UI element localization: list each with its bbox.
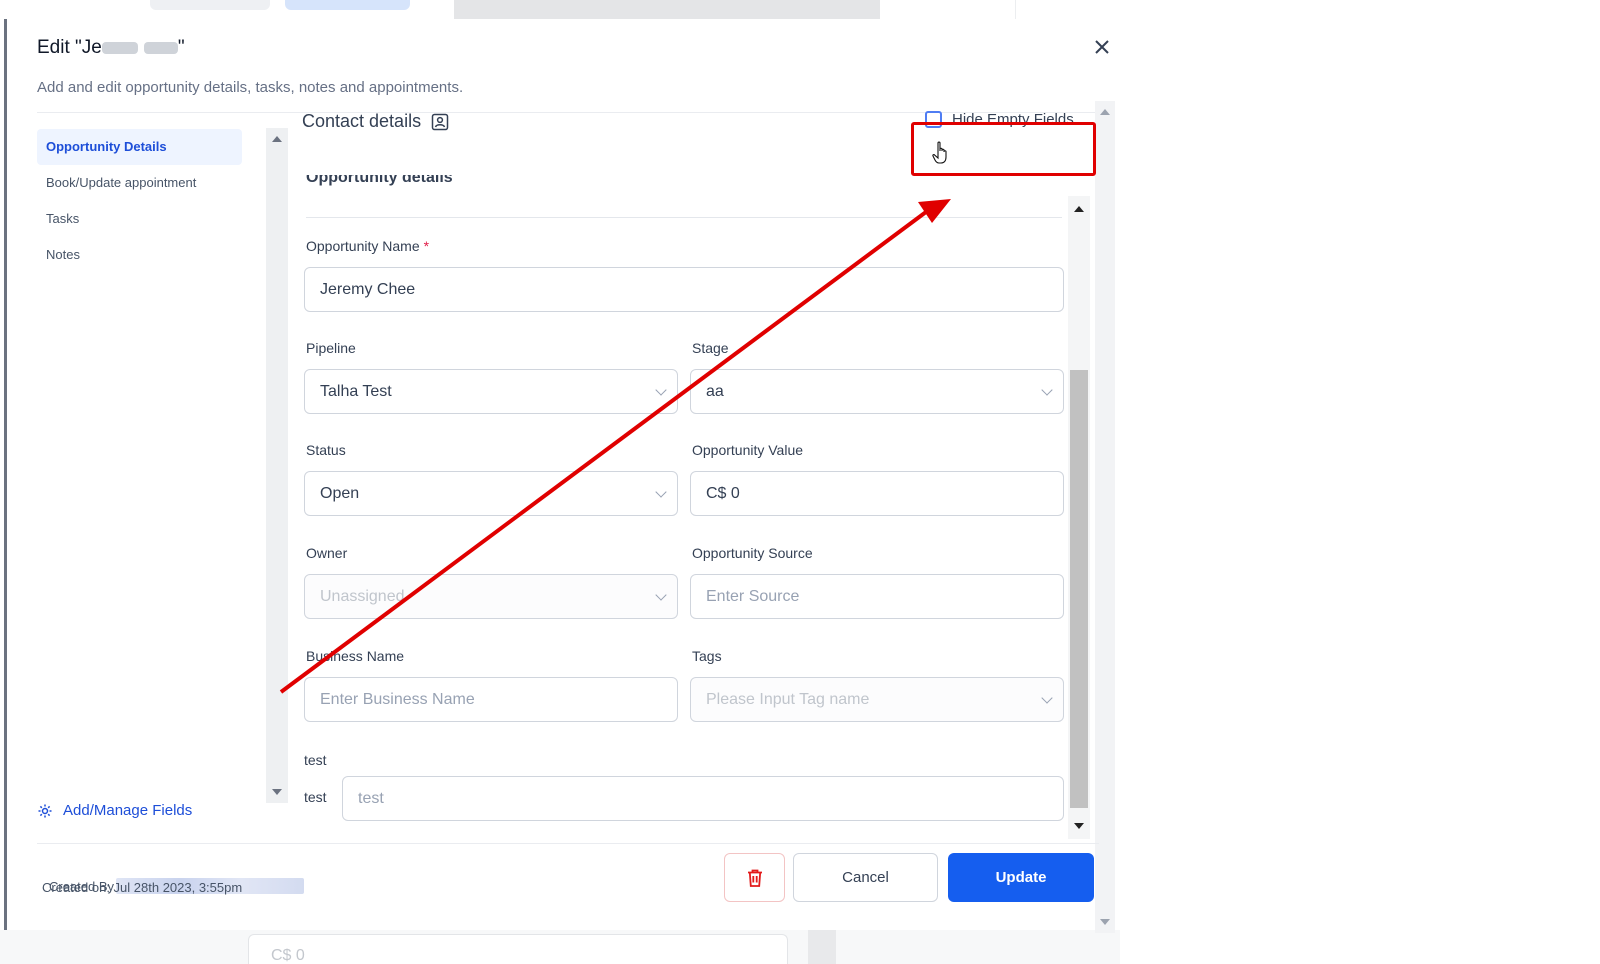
stage-label: Stage bbox=[692, 340, 729, 356]
modal-subtitle: Add and edit opportunity details, tasks,… bbox=[37, 79, 464, 96]
close-icon[interactable] bbox=[1092, 37, 1112, 57]
sidebar-item-tasks[interactable]: Tasks bbox=[37, 201, 242, 237]
hand-cursor-icon bbox=[932, 141, 950, 170]
status-value: Open bbox=[320, 484, 360, 502]
add-manage-fields-button[interactable]: Add/Manage Fields bbox=[37, 802, 192, 819]
custom-group-label: test bbox=[304, 752, 327, 768]
sidebar-item-opportunity-details[interactable]: Opportunity Details bbox=[37, 129, 242, 165]
trash-icon bbox=[747, 869, 762, 887]
add-manage-fields-label: Add/Manage Fields bbox=[63, 802, 193, 819]
sidebar-scrollbar[interactable] bbox=[266, 128, 288, 803]
stage-value: aa bbox=[706, 382, 724, 400]
pipeline-label: Pipeline bbox=[306, 340, 356, 356]
chevron-down-icon bbox=[655, 384, 667, 396]
chevron-down-icon bbox=[1041, 384, 1053, 396]
background-scrollbar bbox=[808, 930, 836, 964]
gear-icon bbox=[38, 804, 52, 817]
contact-card-icon[interactable] bbox=[431, 113, 449, 131]
background-tab-active bbox=[285, 0, 410, 10]
opportunity-name-input[interactable]: Jeremy Chee bbox=[304, 267, 1064, 312]
delete-button[interactable] bbox=[724, 853, 785, 902]
required-mark: * bbox=[423, 238, 430, 254]
background-card: C$ 0 bbox=[248, 934, 788, 964]
opportunity-details-heading: Opportunity details bbox=[306, 175, 453, 186]
scrollbar-thumb[interactable] bbox=[1070, 370, 1088, 808]
section-title: Contact details bbox=[302, 111, 449, 132]
background-panel bbox=[454, 0, 880, 19]
section-title-label: Contact details bbox=[302, 111, 422, 131]
tags-select[interactable]: Please Input Tag name bbox=[690, 677, 1064, 722]
form-scrollbar[interactable] bbox=[1068, 196, 1090, 839]
opportunity-value-input[interactable]: C$ 0 bbox=[690, 471, 1064, 516]
owner-label: Owner bbox=[306, 545, 348, 561]
scroll-down-arrow-icon[interactable] bbox=[1100, 919, 1110, 925]
opportunity-source-input[interactable]: Enter Source bbox=[690, 574, 1064, 619]
opportunity-name-label-text: Opportunity Name bbox=[306, 238, 420, 254]
sidebar-item-book-appointment[interactable]: Book/Update appointment bbox=[37, 165, 242, 201]
background-card-value: C$ 0 bbox=[271, 947, 305, 964]
custom-field-input[interactable]: test bbox=[342, 776, 1064, 821]
owner-select[interactable]: Unassigned bbox=[304, 574, 678, 619]
business-name-input[interactable]: Enter Business Name bbox=[304, 677, 678, 722]
redacted-name bbox=[143, 41, 178, 54]
scroll-up-arrow-icon[interactable] bbox=[1074, 206, 1084, 212]
owner-placeholder: Unassigned bbox=[320, 587, 405, 605]
status-select[interactable]: Open bbox=[304, 471, 678, 516]
scroll-up-arrow-icon[interactable] bbox=[272, 136, 282, 142]
custom-field-label: test bbox=[304, 789, 327, 805]
business-name-label: Business Name bbox=[306, 648, 405, 664]
scroll-down-arrow-icon[interactable] bbox=[1074, 823, 1084, 829]
scroll-down-arrow-icon[interactable] bbox=[272, 789, 282, 795]
opportunity-name-label: Opportunity Name * bbox=[306, 238, 429, 254]
scroll-up-arrow-icon[interactable] bbox=[1100, 109, 1110, 115]
modal-title-prefix: Edit "Je bbox=[37, 37, 102, 58]
update-button[interactable]: Update bbox=[948, 853, 1094, 902]
stage-select[interactable]: aa bbox=[690, 369, 1064, 414]
opportunity-source-label: Opportunity Source bbox=[692, 545, 813, 561]
modal-title-suffix: " bbox=[177, 37, 185, 58]
chevron-down-icon bbox=[655, 486, 667, 498]
redacted-name bbox=[101, 41, 138, 54]
divider bbox=[306, 217, 1062, 218]
cancel-button[interactable]: Cancel bbox=[793, 853, 938, 902]
created-on: Created on: Jul 28th 2023, 3:55pm bbox=[42, 880, 243, 895]
sidebar-item-notes[interactable]: Notes bbox=[37, 237, 242, 273]
sidebar-nav: Opportunity Details Book/Update appointm… bbox=[37, 129, 242, 273]
tags-placeholder: Please Input Tag name bbox=[706, 690, 870, 708]
footer-divider bbox=[37, 843, 1099, 844]
chevron-down-icon bbox=[655, 589, 667, 601]
opportunity-value-label: Opportunity Value bbox=[692, 442, 804, 458]
background-tab bbox=[150, 0, 270, 10]
pipeline-value: Talha Test bbox=[320, 382, 392, 400]
status-label: Status bbox=[306, 442, 346, 458]
pipeline-select[interactable]: Talha Test bbox=[304, 369, 678, 414]
modal-title: Edit "Je " bbox=[37, 37, 185, 59]
chevron-down-icon bbox=[1041, 692, 1053, 704]
modal-scrollbar[interactable] bbox=[1095, 101, 1115, 933]
tags-label: Tags bbox=[692, 648, 722, 664]
